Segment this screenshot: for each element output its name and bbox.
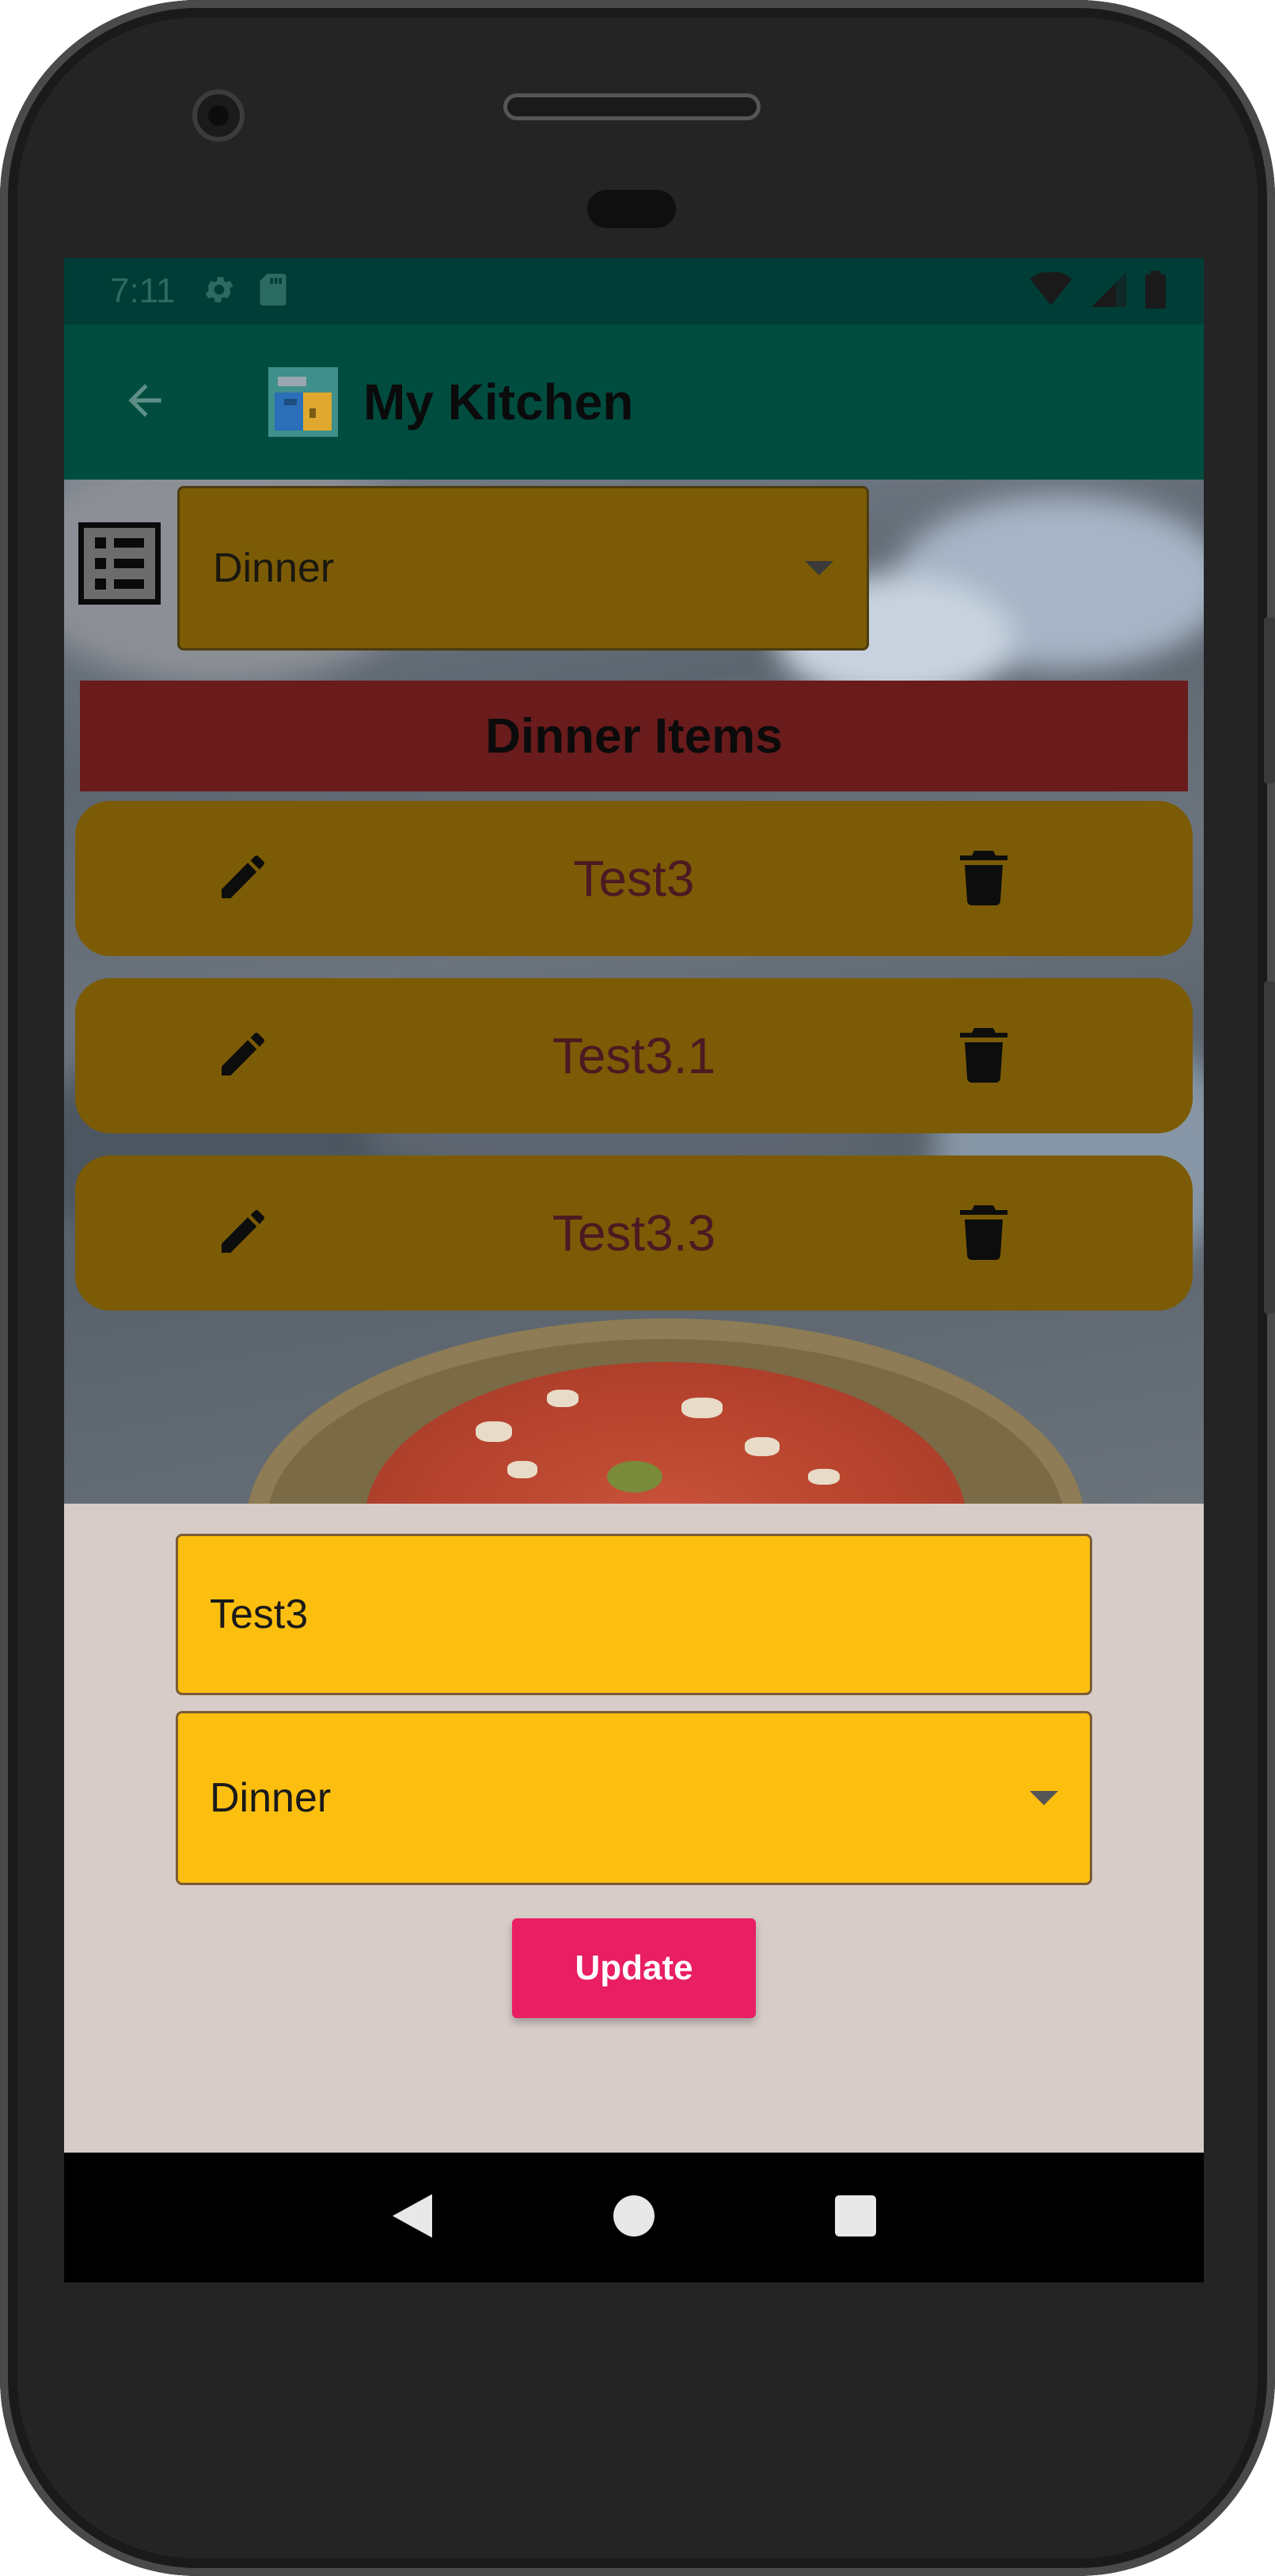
list-item: Test3.3: [75, 1155, 1193, 1311]
battery-icon: [1145, 270, 1166, 313]
edit-button[interactable]: [210, 845, 276, 912]
nav-back-icon: [393, 2194, 432, 2242]
background-photo: Dinner Dinner Items Test3 Test3.1 Test3.…: [64, 480, 1204, 1504]
kitchen-logo-icon: [268, 367, 338, 437]
front-camera: [192, 89, 245, 142]
signal-icon: [1091, 271, 1126, 311]
item-type-select[interactable]: Dinner: [176, 1711, 1092, 1885]
settings-icon: [202, 272, 237, 311]
wifi-icon: [1030, 271, 1072, 311]
list-view-button[interactable]: [78, 522, 161, 605]
delete-button[interactable]: [951, 845, 1017, 912]
pencil-icon: [214, 1203, 271, 1264]
delete-button[interactable]: [951, 1022, 1017, 1089]
edit-button[interactable]: [210, 1200, 276, 1266]
category-filter-value: Dinner: [213, 545, 335, 591]
nav-recents-icon: [835, 2195, 876, 2240]
update-button-label: Update: [575, 1948, 693, 1987]
section-header: Dinner Items: [80, 681, 1188, 791]
sd-card-icon: [257, 272, 289, 311]
trash-icon: [958, 1203, 1009, 1264]
item-name-field[interactable]: [176, 1534, 1092, 1695]
proximity-sensor: [587, 190, 676, 228]
list-item: Test3.1: [75, 978, 1193, 1133]
chevron-down-icon: [805, 561, 833, 575]
nav-home-icon: [613, 2195, 655, 2240]
volume-button: [1264, 981, 1275, 1314]
system-nav-bar: [64, 2153, 1204, 2282]
trash-icon: [958, 1026, 1009, 1087]
list-item: Test3: [75, 801, 1193, 956]
app-title: My Kitchen: [363, 374, 634, 431]
trash-icon: [958, 848, 1009, 909]
edit-form: Dinner Update: [64, 1504, 1204, 2153]
status-bar: 7:11: [64, 258, 1204, 324]
arrow-back-icon: [120, 376, 169, 429]
edit-button[interactable]: [210, 1022, 276, 1089]
nav-recents-button[interactable]: [818, 2180, 894, 2255]
pistachio: [607, 1461, 662, 1493]
app-screen: 7:11 My Kitchen Dinner Dinner Items Test…: [64, 258, 1204, 2282]
power-button: [1264, 617, 1275, 783]
nav-back-button[interactable]: [374, 2180, 450, 2255]
item-type-value: Dinner: [210, 1775, 332, 1821]
pencil-icon: [214, 1026, 271, 1087]
delete-button[interactable]: [951, 1200, 1017, 1266]
earpiece-speaker: [503, 93, 761, 120]
category-filter-select[interactable]: Dinner: [177, 486, 869, 651]
item-name-input[interactable]: [210, 1591, 1058, 1638]
update-button[interactable]: Update: [512, 1918, 756, 2018]
pencil-icon: [214, 848, 271, 909]
app-bar: My Kitchen: [64, 324, 1204, 480]
nav-home-button[interactable]: [596, 2180, 672, 2255]
back-button[interactable]: [107, 364, 183, 440]
chevron-down-icon: [1030, 1791, 1058, 1805]
phone-frame: 7:11 My Kitchen Dinner Dinner Items Test…: [0, 0, 1275, 2576]
section-title: Dinner Items: [485, 708, 783, 764]
status-time: 7:11: [110, 271, 176, 310]
